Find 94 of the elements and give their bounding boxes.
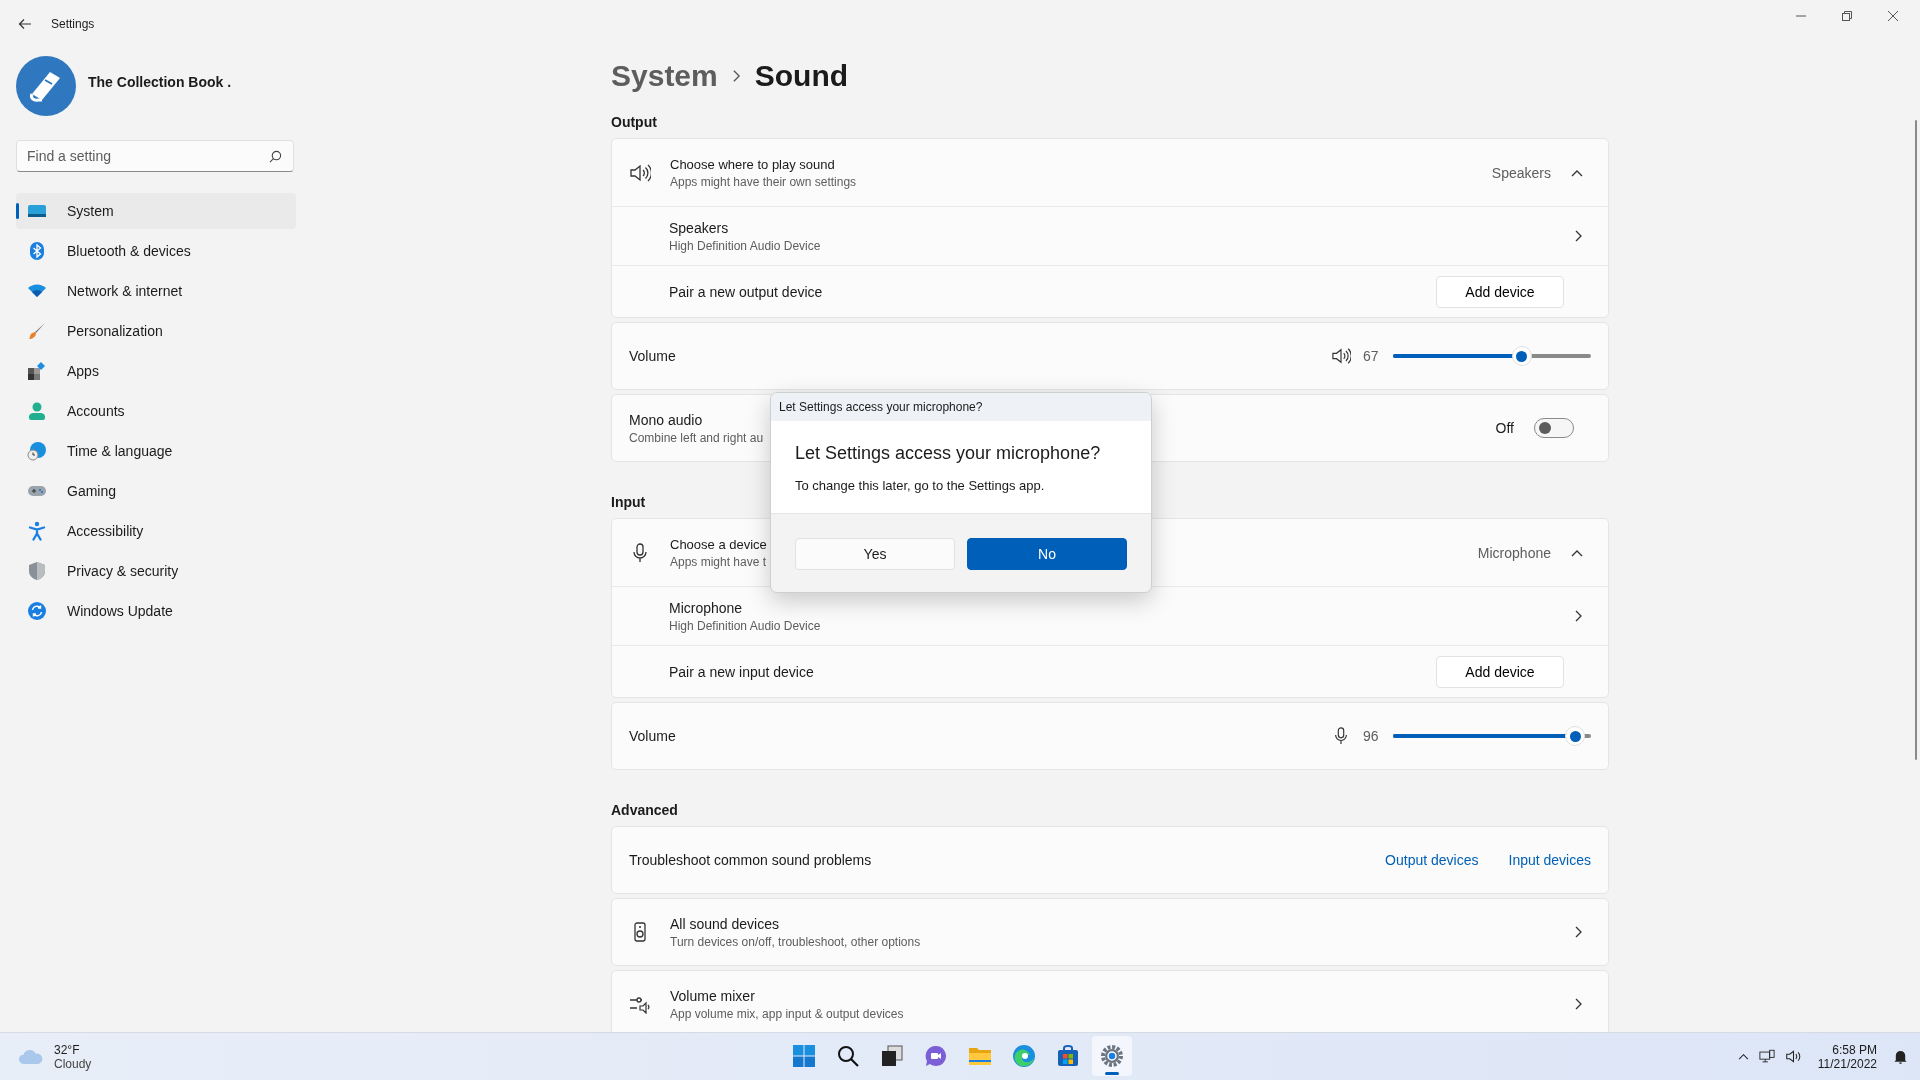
nav-item[interactable]: Privacy & security: [16, 553, 296, 589]
nav-item[interactable]: Windows Update: [16, 593, 296, 629]
row-description: High Definition Audio Device: [669, 618, 822, 633]
chevron-up-icon[interactable]: [1737, 1053, 1749, 1060]
card-description: Apps might have their own settings: [670, 174, 858, 189]
selected-device: Microphone: [1477, 544, 1551, 561]
settings-card[interactable]: All sound devices Turn devices on/off, troubleshoot, other options: [611, 898, 1609, 966]
row-description: High Definition Audio Device: [669, 238, 822, 253]
speaker-icon: [629, 162, 651, 183]
add-device-button[interactable]: Add device: [1436, 275, 1564, 308]
mixer-icon: [629, 994, 651, 1014]
row-title: Pair a new output device: [669, 283, 824, 300]
settings-card[interactable]: Volume mixer App volume mix, app input & output devices: [611, 970, 1609, 1032]
section-heading: Output: [611, 114, 657, 130]
card-description: App volume mix, app input & output devices: [670, 1006, 905, 1021]
account-name: The Collection Book .: [88, 74, 232, 90]
card-title: All sound devices: [670, 915, 780, 932]
card-title: Volume: [629, 728, 677, 744]
settings-icon: [1100, 1044, 1124, 1068]
restore-icon[interactable]: [1842, 11, 1852, 21]
card-description: Combine left and right au: [629, 430, 765, 445]
nav-item[interactable]: Accessibility: [16, 513, 296, 549]
breadcrumb-parent[interactable]: System: [611, 59, 718, 93]
volume-slider[interactable]: [1393, 726, 1591, 746]
card-title: Volume mixer: [670, 987, 756, 1004]
brush-icon: [27, 321, 47, 341]
section-heading: Advanced: [611, 802, 678, 818]
card-title: Troubleshoot common sound problems: [629, 852, 873, 868]
chevron-right-icon: [731, 69, 741, 83]
speaker-icon: [1331, 347, 1351, 365]
bluetooth-icon: [27, 241, 47, 261]
selected-device: Speakers: [1491, 164, 1551, 181]
edge-icon: [1012, 1044, 1036, 1068]
add-device-button[interactable]: Add device: [1436, 655, 1564, 688]
row-title: Speakers: [669, 219, 730, 236]
globe-clock-icon: [27, 441, 47, 461]
clock-time[interactable]: 6:58 PM: [1832, 1042, 1877, 1057]
toggle-state: Off: [1495, 420, 1514, 436]
volume-reading: 67: [1363, 348, 1380, 364]
row-title: Microphone: [669, 599, 744, 616]
nav-item[interactable]: Network & internet: [16, 273, 296, 309]
section-heading: Input: [611, 494, 646, 510]
chat-icon: [924, 1044, 948, 1068]
temperature: 32°F: [54, 1042, 81, 1057]
dialog-button[interactable]: No: [967, 538, 1127, 570]
card-title: Volume: [629, 348, 677, 364]
nav-item[interactable]: Apps: [16, 353, 296, 389]
update-icon: [27, 601, 47, 621]
chevron-right-icon: [1575, 926, 1583, 938]
dialog-button[interactable]: Yes: [795, 538, 955, 570]
dialog-caption: Let Settings access your microphone?: [779, 400, 983, 414]
accessibility-icon: [27, 521, 47, 541]
network-icon[interactable]: [1758, 1049, 1775, 1064]
speaker-icon[interactable]: [1784, 1049, 1802, 1064]
back-icon[interactable]: [17, 16, 33, 32]
card-title: Choose a device: [670, 536, 768, 552]
nav-item[interactable]: Personalization: [16, 313, 296, 349]
card-description: Turn devices on/off, troubleshoot, other options: [670, 934, 922, 949]
nav-item[interactable]: Bluetooth & devices: [16, 233, 296, 269]
apps-icon: [27, 361, 47, 381]
nav-item[interactable]: Accounts: [16, 393, 296, 429]
close-icon[interactable]: [1888, 11, 1898, 21]
search-field[interactable]: Find a setting: [16, 140, 294, 172]
nav-item[interactable]: Time & language: [16, 433, 296, 469]
toggle-switch[interactable]: [1534, 418, 1574, 438]
troubleshoot-link[interactable]: Output devices: [1385, 852, 1479, 868]
card-title: Choose where to play sound: [670, 156, 836, 172]
store-icon: [1056, 1044, 1080, 1068]
volume-reading: 96: [1363, 728, 1380, 744]
task-view-icon: [880, 1044, 904, 1068]
chevron-right-icon[interactable]: [1575, 610, 1583, 622]
chevron-icon[interactable]: [1571, 548, 1583, 557]
chevron-right-icon[interactable]: [1575, 230, 1583, 242]
row-title: Pair a new input device: [669, 663, 815, 680]
dialog-message: To change this later, go to the Settings app.: [795, 478, 1046, 493]
chevron-right-icon: [1575, 998, 1583, 1010]
shield-icon: [27, 561, 47, 581]
nav-item[interactable]: Gaming: [16, 473, 296, 509]
clock-date[interactable]: 11/21/2022: [1817, 1056, 1877, 1071]
windows-logo-icon: [792, 1044, 816, 1068]
search-icon[interactable]: [269, 150, 282, 163]
scrollbar[interactable]: [1915, 120, 1917, 760]
card-title: Mono audio: [629, 411, 704, 428]
bell-icon[interactable]: [1893, 1049, 1908, 1064]
weather-condition: Cloudy: [54, 1056, 92, 1071]
search-icon: [836, 1044, 860, 1068]
troubleshoot-link[interactable]: Input devices: [1508, 852, 1591, 868]
person-icon: [27, 401, 47, 421]
volume-slider[interactable]: [1393, 346, 1591, 366]
window-title: Settings: [51, 17, 95, 31]
nav-item[interactable]: System: [16, 193, 296, 229]
dialog-title: Let Settings access your microphone?: [795, 443, 1102, 464]
page-title: Sound: [754, 59, 849, 93]
chevron-icon[interactable]: [1571, 168, 1583, 177]
